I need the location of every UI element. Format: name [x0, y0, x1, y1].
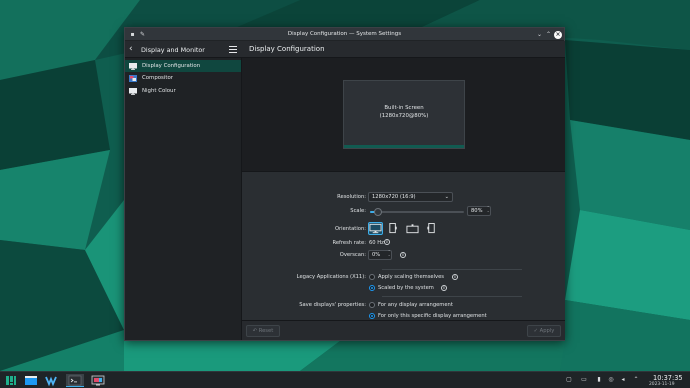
sidebar: ‹ Display and Monitor Display Configurat…	[125, 41, 242, 340]
taskbar-discover[interactable]	[44, 374, 58, 387]
system-settings-window: ▪ ✎ Display Configuration — System Setti…	[124, 27, 565, 341]
orientation-portrait-flipped-button[interactable]	[425, 222, 437, 235]
orientation-portrait-button[interactable]	[387, 222, 399, 235]
taskbar-system-settings[interactable]	[66, 374, 84, 387]
legacy-scaled-by-system-radio[interactable]	[369, 285, 375, 291]
application-launcher-button[interactable]	[4, 374, 18, 387]
scale-slider-handle[interactable]	[373, 208, 382, 216]
taskbar: ▢ ▭ ▮ ◎ ◂ ⌃ 10:37:35 2023-11-19	[0, 371, 690, 388]
orientation-label: Orientation:	[334, 226, 366, 232]
apply-button[interactable]: ✓ Apply	[527, 325, 561, 337]
main-panel: Display Configuration Built-in Screen (1…	[242, 41, 565, 340]
info-icon[interactable]: i	[441, 285, 447, 291]
apply-icon: ✓	[533, 328, 539, 334]
screen-name: Built-in Screen	[384, 105, 424, 111]
sidebar-item-night-colour[interactable]: Night Colour	[125, 85, 241, 97]
sidebar-item-label: Display Configuration	[142, 63, 201, 69]
legacy-option-label: Scaled by the system	[378, 285, 434, 291]
clipboard-icon[interactable]: ▢	[565, 376, 573, 384]
sidebar-header: ‹ Display and Monitor	[125, 41, 242, 58]
plasma-launcher-icon	[6, 376, 16, 385]
back-arrow-icon[interactable]: ‹	[129, 44, 137, 54]
sidebar-title: Display and Monitor	[141, 45, 205, 54]
clock-date[interactable]: 2023-11-19	[649, 382, 675, 387]
legacy-apps-label: Legacy Applications (X11):	[296, 274, 366, 280]
compositor-icon	[129, 74, 137, 82]
volume-icon[interactable]: ◂	[619, 376, 627, 384]
taskbar-file-manager[interactable]	[24, 374, 38, 387]
landscape-icon	[369, 223, 382, 234]
resolution-select[interactable]: 1280x720 (16:9) ⌄	[368, 192, 453, 202]
legacy-apply-scaling-radio[interactable]	[369, 274, 375, 280]
maximize-icon[interactable]: ⌃	[544, 30, 553, 39]
legacy-option-label: Apply scaling themselves	[378, 274, 445, 280]
terminal-icon	[68, 375, 82, 386]
portrait-icon	[389, 223, 397, 234]
monitor-icon	[129, 62, 137, 70]
sidebar-item-label: Night Colour	[142, 88, 176, 94]
resolution-value: 1280x720 (16:9)	[372, 194, 416, 200]
sidebar-item-display-configuration[interactable]: Display Configuration	[125, 60, 241, 72]
portrait-flipped-icon	[427, 223, 435, 234]
orientation-landscape-button[interactable]	[368, 222, 383, 235]
landscape-flipped-icon	[406, 224, 419, 234]
info-icon[interactable]: i	[384, 239, 390, 245]
save-properties-label: Save displays' properties:	[299, 302, 366, 308]
refresh-rate-label: Refresh rate:	[332, 240, 366, 246]
monitor-icon	[129, 87, 137, 95]
minimize-icon[interactable]: ⌄	[535, 30, 544, 39]
info-icon[interactable]: i	[452, 274, 458, 280]
save-specific-arrangement-radio[interactable]	[369, 313, 375, 319]
screen-preview-bar	[344, 145, 464, 148]
overscan-spinbox[interactable]: 0% ˄ ˅	[368, 250, 392, 260]
overscan-value: 0%	[372, 252, 381, 258]
info-icon[interactable]: i	[400, 252, 406, 258]
screen-preview[interactable]: Built-in Screen (1280x720@80%)	[343, 80, 465, 149]
reset-icon: ↶	[252, 328, 258, 334]
overscan-label: Overscan:	[339, 252, 366, 258]
discover-icon	[45, 376, 57, 387]
clock-time[interactable]: 10:37:35	[653, 374, 683, 382]
spin-arrows-icon[interactable]: ˄ ˅	[388, 250, 390, 259]
reset-button[interactable]: ↶ Reset	[246, 325, 280, 337]
refresh-rate-value: 60 Hz	[369, 240, 384, 246]
network-icon[interactable]: ◎	[607, 376, 615, 384]
scale-value: 80%	[471, 208, 483, 214]
save-option-label: For only this specific display arrangeme…	[378, 313, 487, 319]
window-title: Display Configuration — System Settings	[287, 31, 402, 37]
separator	[382, 269, 522, 270]
scale-slider[interactable]	[370, 208, 464, 216]
resolution-label: Resolution:	[337, 194, 366, 200]
folder-icon	[25, 376, 37, 385]
main-header: Display Configuration	[242, 41, 565, 58]
sidebar-item-label: Compositor	[142, 75, 173, 81]
close-icon[interactable]: ×	[554, 30, 562, 39]
separator	[382, 296, 522, 297]
chevron-down-icon: ⌄	[444, 194, 449, 200]
display-settings-icon	[91, 375, 105, 386]
footer-bar: ↶ Reset ✓ Apply	[242, 320, 565, 340]
save-option-label: For any display arrangement	[378, 302, 453, 308]
screen-arrangement-area: Built-in Screen (1280x720@80%)	[242, 58, 565, 172]
taskbar-display-settings[interactable]	[90, 374, 106, 387]
scale-spinbox[interactable]: 80% ˄ ˅	[467, 206, 491, 216]
apply-button-label: Apply	[539, 328, 555, 334]
orientation-landscape-flipped-button[interactable]	[405, 222, 420, 235]
hamburger-menu-icon[interactable]	[229, 46, 237, 54]
window-titlebar[interactable]: ▪ ✎ Display Configuration — System Setti…	[125, 28, 564, 41]
reset-button-label: Reset	[258, 328, 274, 334]
expand-tray-icon[interactable]: ⌃	[632, 376, 640, 384]
battery-icon[interactable]: ▮	[595, 376, 603, 384]
page-title: Display Configuration	[249, 45, 325, 53]
scale-label: Scale:	[350, 208, 366, 214]
screen-mode: (1280x720@80%)	[379, 113, 429, 119]
save-any-arrangement-radio[interactable]	[369, 302, 375, 308]
spin-arrows-icon[interactable]: ˄ ˅	[487, 206, 489, 215]
sidebar-item-compositor[interactable]: Compositor	[125, 72, 241, 84]
display-tray-icon[interactable]: ▭	[580, 376, 588, 384]
